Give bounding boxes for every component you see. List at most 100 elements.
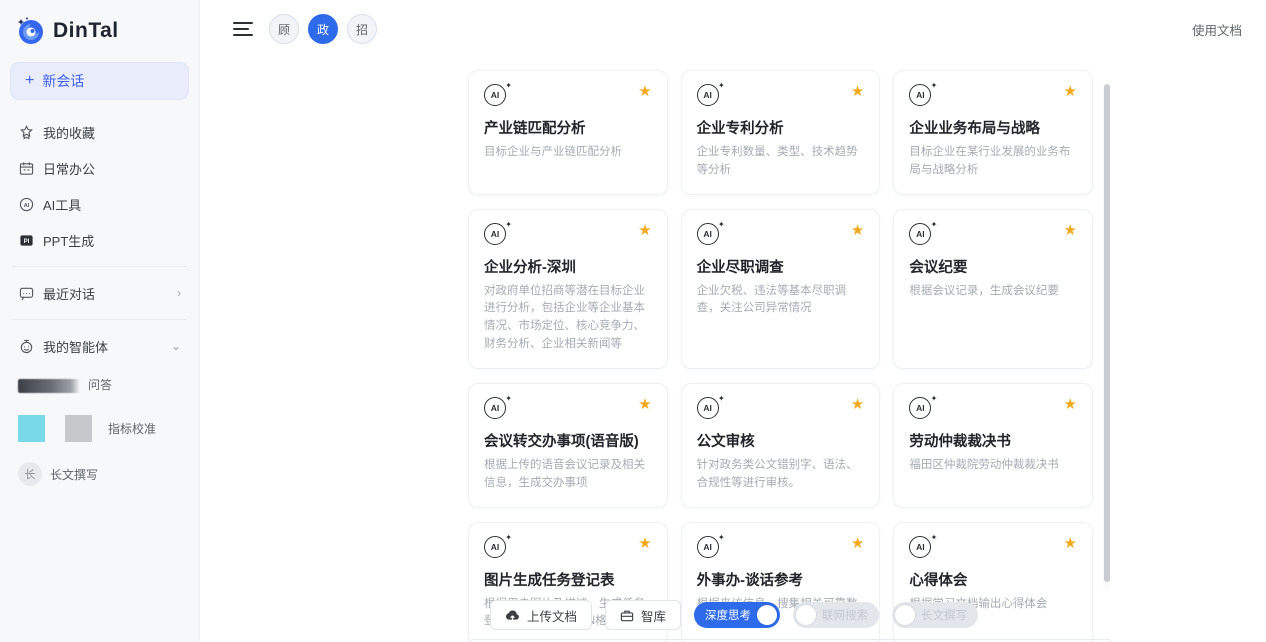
- card-header: AI ✦ ★: [909, 223, 1077, 247]
- ai-sparkle-icon: AI ✦: [697, 397, 723, 421]
- sidebar-item-label: 日常办公: [43, 159, 95, 178]
- tab-gu[interactable]: 顾: [269, 14, 299, 44]
- agent-item-qa[interactable]: 问答: [18, 376, 181, 393]
- agent-label: 长文撰写: [50, 466, 98, 483]
- toggle-knob: [757, 605, 777, 625]
- sidebar: DinTal + 新会话 我的收藏 日常办公: [0, 0, 200, 642]
- star-badge-icon: [18, 124, 34, 140]
- ai-sparkle-icon: AI ✦: [909, 84, 935, 108]
- agent-card[interactable]: AI ✦ ★ 会议纪要 根据会议记录，生成会议纪要: [893, 209, 1093, 369]
- sidebar-item-ppt[interactable]: PI PPT生成: [10, 222, 189, 258]
- card-header: AI ✦ ★: [484, 397, 652, 421]
- agent-list: 问答 指标校准 长 长文撰写: [10, 364, 189, 486]
- agent-card[interactable]: AI ✦ ★ 企业业务布局与战略 目标企业在某行业发展的业务布局与战略分析: [893, 70, 1093, 195]
- ai-sparkle-icon: AI ✦: [484, 84, 510, 108]
- card-description: 企业欠税、违法等基本尽职调查，关注公司异常情况: [697, 283, 865, 319]
- robot-icon: [18, 338, 34, 354]
- sidebar-item-daily-office[interactable]: 日常办公: [10, 150, 189, 186]
- card-title: 会议纪要: [909, 256, 1077, 277]
- favorite-star-icon[interactable]: ★: [1064, 397, 1077, 412]
- agent-card[interactable]: AI ✦ ★ 劳动仲裁裁决书 福田区仲裁院劳动仲裁裁决书: [893, 383, 1093, 508]
- card-title: 企业业务布局与战略: [909, 117, 1077, 138]
- agent-card-grid: AI ✦ ★ 产业链匹配分析 目标企业与产业链匹配分析 AI ✦ ★ 企业专利分…: [468, 70, 1093, 642]
- scrollbar-thumb[interactable]: [1104, 84, 1110, 582]
- plus-icon: +: [25, 73, 34, 89]
- favorite-star-icon[interactable]: ★: [851, 536, 864, 551]
- deep-thinking-toggle[interactable]: 深度思考: [694, 602, 780, 628]
- card-header: AI ✦ ★: [909, 397, 1077, 421]
- scrollbar-track[interactable]: [1103, 84, 1111, 589]
- chat-bubble-icon: [18, 285, 34, 301]
- web-search-toggle[interactable]: 联网搜索: [793, 602, 879, 628]
- favorite-star-icon[interactable]: ★: [851, 84, 864, 99]
- card-header: AI ✦ ★: [697, 84, 865, 108]
- card-title: 产业链匹配分析: [484, 117, 652, 138]
- cloud-upload-icon: [505, 609, 520, 622]
- card-title: 企业专利分析: [697, 117, 865, 138]
- toggle-knob: [796, 605, 816, 625]
- dintal-logo-icon: [16, 16, 46, 46]
- agent-card[interactable]: AI ✦ ★ 产业链匹配分析 目标企业与产业链匹配分析: [468, 70, 668, 195]
- favorite-star-icon[interactable]: ★: [1064, 536, 1077, 551]
- card-header: AI ✦ ★: [697, 223, 865, 247]
- agent-card[interactable]: AI ✦ ★ 企业分析-深圳 对政府单位招商等潜在目标企业进行分析，包括企业等企…: [468, 209, 668, 369]
- agent-card[interactable]: AI ✦ ★ 企业尽职调查 企业欠税、违法等基本尽职调查，关注公司异常情况: [681, 209, 881, 369]
- favorite-star-icon[interactable]: ★: [638, 223, 651, 238]
- agent-item-long-writing[interactable]: 长 长文撰写: [18, 462, 181, 486]
- ai-sparkle-icon: AI ✦: [909, 397, 935, 421]
- app-window: DinTal + 新会话 我的收藏 日常办公: [0, 0, 1266, 642]
- card-title: 心得体会: [909, 569, 1077, 590]
- agent-label: 问答: [88, 376, 112, 393]
- favorite-star-icon[interactable]: ★: [851, 397, 864, 412]
- card-description: 针对政务类公文错别字、语法、合规性等进行审核。: [697, 457, 865, 493]
- ai-sparkle-icon: AI ✦: [697, 223, 723, 247]
- knowledge-base-button[interactable]: 智库: [605, 600, 681, 630]
- favorite-star-icon[interactable]: ★: [638, 536, 651, 551]
- main-area: 顾 政 招 使用文档 AI ✦ ★ 产业链匹配分析 目标企业与产业链匹配分析 A…: [200, 0, 1266, 642]
- upload-document-button[interactable]: 上传文档: [490, 600, 592, 630]
- card-title: 外事办-谈话参考: [697, 569, 865, 590]
- card-description: 企业专利数量、类型、技术趋势等分析: [697, 144, 865, 180]
- menu-hamburger-icon[interactable]: [233, 18, 253, 40]
- card-header: AI ✦ ★: [697, 397, 865, 421]
- sidebar-item-favorites[interactable]: 我的收藏: [10, 114, 189, 150]
- sidebar-item-my-agents[interactable]: 我的智能体 ⌄: [10, 328, 189, 364]
- card-title: 劳动仲裁裁决书: [909, 430, 1077, 451]
- card-title: 企业分析-深圳: [484, 256, 652, 277]
- ai-circle-icon: AI: [18, 196, 34, 212]
- usage-docs-link[interactable]: 使用文档: [1192, 20, 1242, 39]
- favorite-star-icon[interactable]: ★: [851, 223, 864, 238]
- chevron-down-icon: ⌄: [171, 339, 181, 353]
- agent-card[interactable]: AI ✦ ★ 会议转交办事项(语音版) 根据上传的语音会议记录及相关信息，生成交…: [468, 383, 668, 508]
- sidebar-item-ai-tools[interactable]: AI AI工具: [10, 186, 189, 222]
- card-description: 目标企业在某行业发展的业务布局与战略分析: [909, 144, 1077, 180]
- tab-zhao[interactable]: 招: [347, 14, 377, 44]
- tab-zheng[interactable]: 政: [308, 14, 338, 44]
- agent-label: 指标校准: [108, 420, 156, 437]
- agent-card[interactable]: AI ✦ ★ 企业专利分析 企业专利数量、类型、技术趋势等分析: [681, 70, 881, 195]
- long-writing-toggle[interactable]: 长文撰写: [892, 602, 978, 628]
- sidebar-item-label: 最近对话: [43, 284, 95, 303]
- agent-card[interactable]: AI ✦ ★ 公文审核 针对政务类公文错别字、语法、合规性等进行审核。: [681, 383, 881, 508]
- ai-sparkle-icon: AI ✦: [484, 223, 510, 247]
- favorite-star-icon[interactable]: ★: [1064, 84, 1077, 99]
- card-description: 对政府单位招商等潜在目标企业进行分析，包括企业等企业基本情况、市场定位、核心竞争…: [484, 283, 652, 354]
- kb-label: 智库: [641, 606, 666, 625]
- card-header: AI ✦ ★: [484, 223, 652, 247]
- card-header: AI ✦ ★: [909, 84, 1077, 108]
- card-title: 图片生成任务登记表: [484, 569, 652, 590]
- favorite-star-icon[interactable]: ★: [1064, 223, 1077, 238]
- sidebar-item-label: PPT生成: [43, 231, 94, 250]
- app-title: DinTal: [53, 19, 119, 43]
- agent-item-metric-calibration[interactable]: 指标校准: [18, 415, 181, 442]
- card-header: AI ✦ ★: [909, 536, 1077, 560]
- card-description: 目标企业与产业链匹配分析: [484, 144, 652, 162]
- favorite-star-icon[interactable]: ★: [638, 84, 651, 99]
- logo: DinTal: [10, 14, 189, 62]
- sidebar-item-recent-chats[interactable]: 最近对话 ›: [10, 275, 189, 311]
- favorite-star-icon[interactable]: ★: [638, 397, 651, 412]
- ppt-icon: PI: [18, 232, 34, 248]
- new-chat-button[interactable]: + 新会话: [10, 62, 189, 100]
- chevron-right-icon: ›: [177, 286, 181, 300]
- svg-text:AI: AI: [23, 202, 29, 208]
